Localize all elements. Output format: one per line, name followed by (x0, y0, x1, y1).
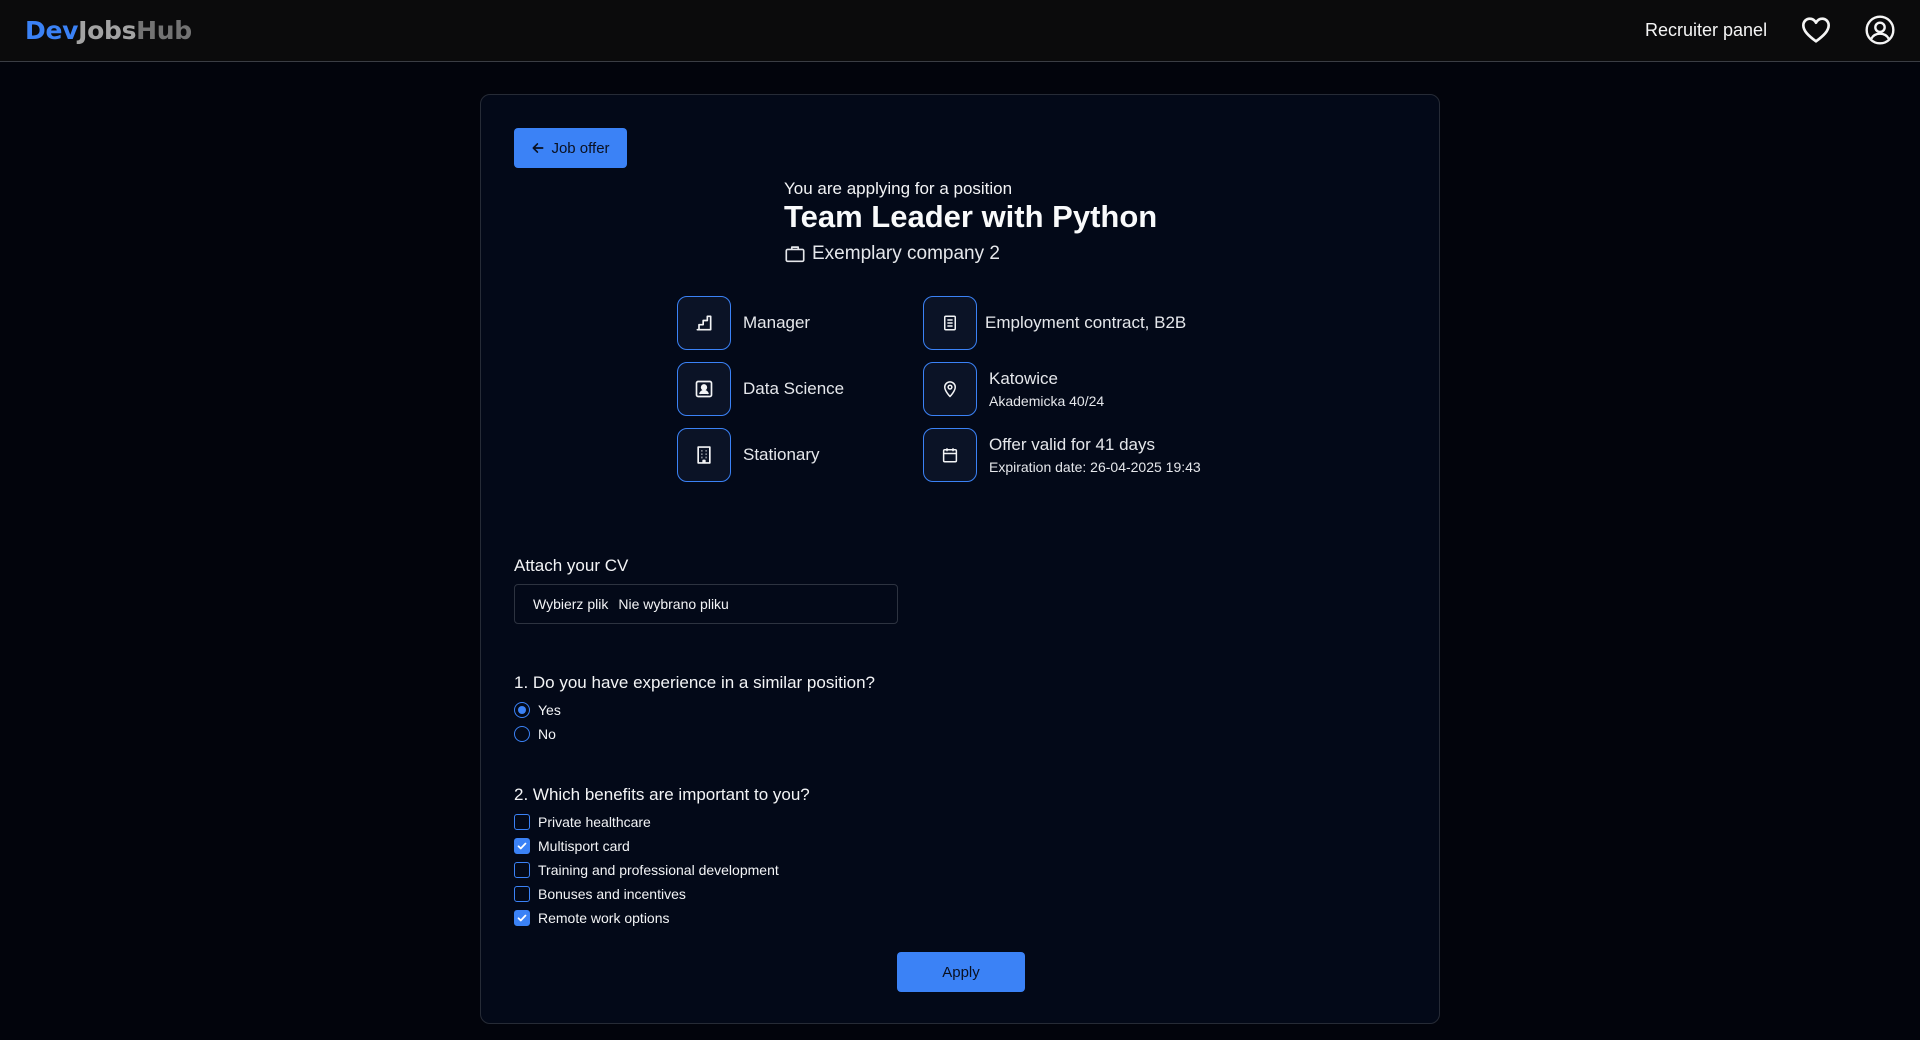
radio-label: No (538, 726, 556, 742)
checkbox-remote-work[interactable]: Remote work options (514, 910, 670, 926)
choose-file-button[interactable]: Wybierz plik (533, 596, 608, 612)
calendar-icon (923, 428, 977, 482)
checkbox[interactable] (514, 862, 530, 878)
application-card: Job offer You are applying for a positio… (480, 94, 1440, 1024)
attr-location-text: Katowice Akademicka 40/24 (989, 369, 1104, 409)
radio-button[interactable] (514, 726, 530, 742)
attr-label: Employment contract, B2B (985, 313, 1187, 332)
attr-sub: Akademicka 40/24 (989, 393, 1105, 409)
attr-validity-text: Offer valid for 41 days Expiration date:… (989, 435, 1201, 475)
document-icon (923, 296, 977, 350)
checkbox-label: Remote work options (538, 910, 670, 926)
checkbox-label: Training and professional development (538, 862, 779, 878)
back-button-label: Job offer (551, 139, 610, 157)
checkbox-training[interactable]: Training and professional development (514, 862, 779, 878)
attr-category: Data Science (677, 362, 844, 416)
apply-button[interactable]: Apply (897, 952, 1025, 992)
back-to-job-offer-button[interactable]: Job offer (514, 128, 627, 168)
check-icon (517, 914, 527, 922)
logo[interactable]: DevJobsHub (25, 16, 192, 45)
attr-label: Offer valid for 41 days (989, 435, 1155, 454)
checkbox-checked[interactable] (514, 910, 530, 926)
top-navbar: DevJobsHub Recruiter panel (0, 0, 1920, 62)
attr-validity: Offer valid for 41 days Expiration date:… (923, 428, 1201, 482)
user-circle-icon[interactable] (1864, 14, 1896, 46)
attr-location: Katowice Akademicka 40/24 (923, 362, 1104, 416)
company-name: Exemplary company 2 (784, 243, 1000, 265)
checkbox-bonuses[interactable]: Bonuses and incentives (514, 886, 686, 902)
radio-yes[interactable]: Yes (514, 702, 561, 718)
presentation-icon (677, 362, 731, 416)
checkbox-label: Multisport card (538, 838, 630, 854)
check-icon (517, 842, 527, 850)
attr-label: Stationary (743, 445, 820, 464)
checkbox-multisport-card[interactable]: Multisport card (514, 838, 630, 854)
applying-subtitle: You are applying for a position (784, 179, 1013, 198)
checkbox-label: Bonuses and incentives (538, 886, 686, 902)
attr-sub: Expiration date: 26-04-2025 19:43 (989, 459, 1201, 475)
attr-label: Data Science (743, 379, 845, 398)
question-1-text: 1. Do you have experience in a similar p… (514, 673, 875, 692)
attr-label: Katowice (989, 369, 1058, 388)
checkbox[interactable] (514, 814, 530, 830)
no-file-text: Nie wybrano pliku (618, 596, 729, 612)
cv-file-input[interactable]: Wybierz plik Nie wybrano pliku (514, 584, 898, 624)
attr-label: Manager (743, 313, 811, 332)
company-label: Exemplary company 2 (812, 243, 1000, 264)
checkbox-private-healthcare[interactable]: Private healthcare (514, 814, 651, 830)
radio-label: Yes (538, 702, 561, 718)
attr-seniority: Manager (677, 296, 810, 350)
question-2-text: 2. Which benefits are important to you? (514, 785, 810, 804)
building-icon (677, 428, 731, 482)
checkbox-label: Private healthcare (538, 814, 651, 830)
checkbox[interactable] (514, 886, 530, 902)
attr-contract: Employment contract, B2B (923, 296, 1186, 350)
cv-label: Attach your CV (514, 556, 629, 575)
radio-no[interactable]: No (514, 726, 556, 742)
map-pin-icon (923, 362, 977, 416)
recruiter-panel-link[interactable]: Recruiter panel (1645, 20, 1767, 41)
arrow-left-icon (532, 143, 544, 153)
briefcase-icon (785, 246, 805, 263)
attr-work-mode: Stationary (677, 428, 820, 482)
heart-icon[interactable] (1800, 14, 1832, 46)
radio-button-selected[interactable] (514, 702, 530, 718)
job-title: Team Leader with Python (784, 199, 1158, 234)
checkbox-checked[interactable] (514, 838, 530, 854)
stairs-icon (677, 296, 731, 350)
